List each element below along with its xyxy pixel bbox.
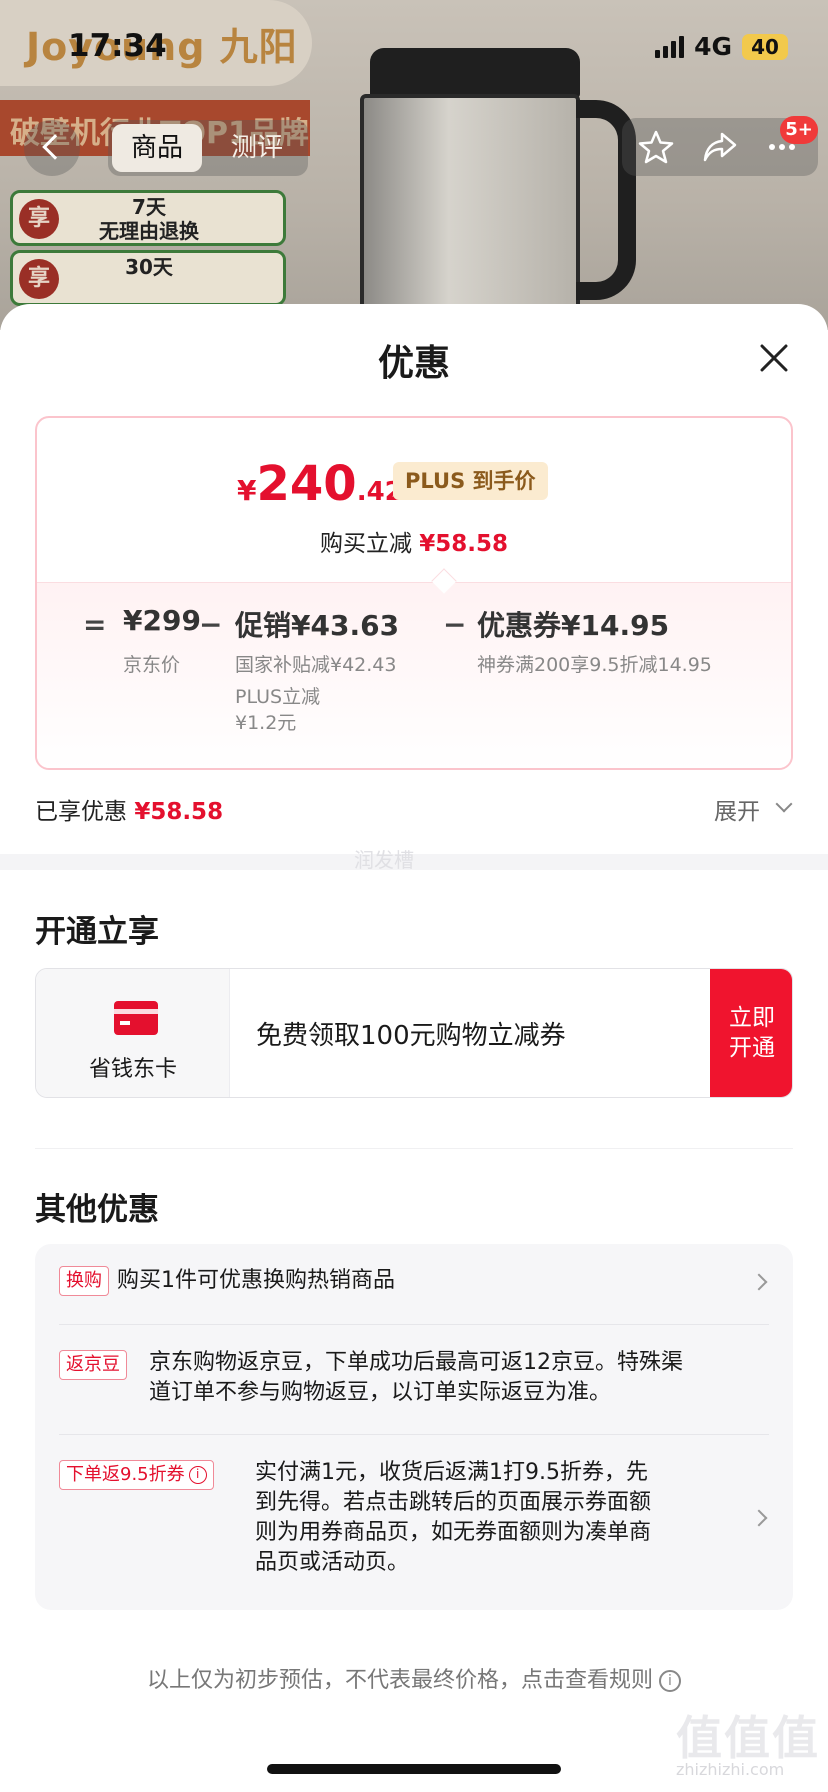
jingdou-text-line2: 道订单不参与购物返豆，以订单实际返豆为准。 [149,1380,612,1405]
status-indicators: 4G 40 [655,32,788,61]
status-time: 17:34 [68,28,167,64]
promo-detail-plus-amount: ¥1.2元 [235,712,297,734]
card-name: 省钱东卡 [88,1057,177,1082]
price-currency: ¥ [237,474,257,507]
divider [35,1148,793,1149]
expand-button[interactable]: 展开 [714,792,760,826]
blender-product-image [340,30,636,330]
cart-badge: 5+ [780,116,818,144]
minus-sign: − [199,608,223,641]
minus-sign: − [443,608,467,641]
corner-watermark-site: zhizhizhi.com [676,1760,785,1779]
price-disclaimer[interactable]: 以上仅为初步预估，不代表最终价格，点击查看规则 i [0,1662,828,1694]
open-button-line1: 立即 [729,1005,775,1031]
coupon-amount: 优惠券¥14.95 [477,604,669,644]
instant-reduce: 购买立减 ¥58.58 [37,524,791,558]
section-divider [0,854,828,870]
open-button-line2: 开通 [729,1035,775,1061]
battery-icon: 40 [742,33,788,60]
base-price: ¥299 [123,604,201,637]
final-price: ¥240.42 [237,456,403,512]
other-discounts-list: 换购 购买1件可优惠换购热销商品 返京豆 京东购物返京豆，下单成功后最高可返12… [35,1244,793,1610]
price-breakdown-card: ¥240.42 PLUS 到手价 购买立减 ¥58.58 = ¥299 京东价 … [35,416,793,770]
chevron-right-icon[interactable] [750,1509,768,1527]
promo-text: 30天 [69,255,229,279]
enjoyed-label: 已享优惠 [35,799,127,825]
jingdou-text-line1: 京东购物返京豆，下单成功后最高可返12京豆。特殊渠 [149,1350,683,1375]
promo-text: 7天 无理由退换 [69,195,229,243]
open-now-button[interactable]: 立即 开通 [710,969,792,1097]
coupon-return-line4: 品页或活动页。 [255,1550,410,1575]
row-divider [59,1324,769,1325]
share-icon[interactable] [702,130,738,164]
network-type: 4G [694,32,732,61]
reduce-label: 购买立减 [319,531,412,557]
other-section-title: 其他优惠 [35,1192,159,1228]
promo-line1: 30天 [125,255,173,279]
coupon-value: ¥14.95 [561,609,670,642]
home-indicator[interactable] [267,1764,561,1774]
promo-badge: 享 [19,199,59,239]
tag-coupon-return[interactable]: 下单返9.5折券 i [59,1460,214,1490]
tag-exchange: 换购 [59,1266,109,1296]
coupon-return-line3: 则为用券商品页，如无券面额则为凑单商 [255,1520,652,1545]
exchange-text: 购买1件可优惠换购热销商品 [117,1268,395,1293]
promo-label: 促销 [235,609,292,642]
promo-line1: 7天 [132,195,166,219]
coupon-label: 优惠券 [477,609,562,642]
coupon-return-line1: 实付满1元，收货后返满1打9.5折券，先 [255,1460,648,1485]
chevron-right-icon[interactable] [750,1273,768,1291]
promo-tag-return: 享 7天 无理由退换 [10,190,286,246]
promo-line2: 无理由退换 [99,219,199,243]
enjoyed-discount: 已享优惠 ¥58.58 [35,792,223,826]
coupon-detail: 神券满200享9.5折减14.95 [477,654,712,676]
corner-watermark: 值值值 [676,1711,820,1765]
signal-icon [655,35,685,58]
chevron-left-icon [42,134,68,160]
back-button[interactable] [24,120,80,176]
sheet-title: 优惠 [377,343,450,384]
promo-badge: 享 [19,259,59,299]
promo-detail-subsidy: 国家补贴减¥42.43 [235,654,397,676]
coupon-return-line2: 到先得。若点击跳转后的页面展示券面额 [255,1490,652,1515]
plus-price-badge: PLUS 到手价 [393,462,548,500]
reduce-amount: ¥58.58 [419,531,509,557]
credit-card-icon [114,1001,158,1035]
enjoyed-amount: ¥58.58 [134,799,224,825]
star-icon[interactable] [638,130,674,164]
tab-product[interactable]: 商品 [112,124,202,172]
open-section-title: 开通立享 [35,914,159,950]
equals-sign: = [83,608,107,641]
close-icon[interactable] [756,340,792,376]
promo-amount: 促销¥43.63 [235,604,399,644]
savings-card-offer[interactable]: 省钱东卡 免费领取100元购物立减券 立即 开通 [35,968,793,1098]
info-icon[interactable]: i [188,1466,207,1484]
card-offer-description: 免费领取100元购物立减券 [256,1021,566,1051]
tag-coupon-return-label: 下单返9.5折券 [66,1464,185,1485]
tab-review[interactable]: 测评 [212,124,302,172]
base-price-label: 京东价 [123,654,181,676]
tag-jingdou: 返京豆 [59,1350,127,1380]
row-divider [59,1434,769,1435]
chevron-down-icon[interactable] [775,795,793,813]
info-icon[interactable]: i [659,1670,681,1692]
promo-value: ¥43.63 [291,609,400,642]
price-integer: 240 [256,456,357,512]
disclaimer-text: 以上仅为初步预估，不代表最终价格，点击查看规则 [146,1668,653,1693]
discount-sheet: 优惠 ¥240.42 PLUS 到手价 购买立减 ¥58.58 = ¥299 京… [0,304,828,1792]
watermark: 润发槽 [354,848,414,872]
product-tabs: 商品 测评 [108,120,308,176]
promo-tag-30day: 享 30天 [10,250,286,306]
card-info: 省钱东卡 [36,969,230,1097]
